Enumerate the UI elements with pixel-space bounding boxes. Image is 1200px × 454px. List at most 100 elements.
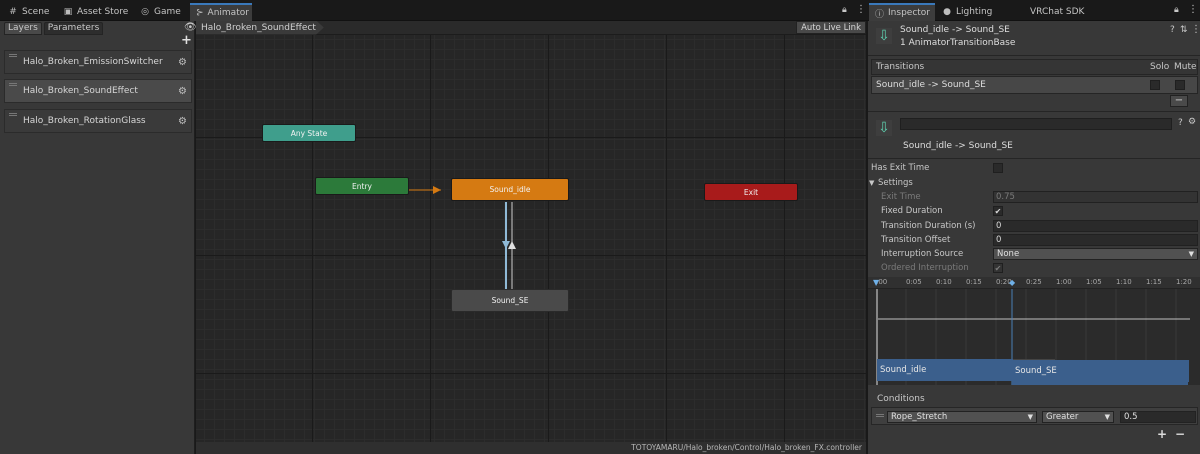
menu-dots-icon[interactable]: ⋮ [856,4,866,15]
solo-label: Solo [1150,62,1170,72]
mute-checkbox[interactable] [1175,80,1185,90]
info-icon: ⓘ [875,9,885,20]
mute-label: Mute [1174,62,1197,72]
tab-inspector[interactable]: ⓘ Inspector [869,3,935,21]
gear-icon[interactable]: ⚙ [1188,117,1196,127]
state-node[interactable]: Sound_SE [451,289,569,312]
transitions-label: Transitions [876,62,925,72]
entry-arrow-icon [433,186,441,194]
add-layer-button[interactable]: + [181,33,192,48]
animator-icon: ⊱ [196,8,204,18]
tick-label: 1:05 [1086,278,1102,286]
fixed-duration-checkbox[interactable]: ✔ [993,206,1003,216]
subtab-parameters[interactable]: Parameters [43,21,104,35]
tick-label: 1:20 [1176,278,1192,286]
transition-item-label: Sound_idle -> Sound_SE [876,80,986,90]
eye-icon[interactable]: 👁︎ [184,22,197,33]
source-state-label: Sound_idle [880,365,927,375]
animator-graph[interactable]: Halo_Broken_SoundEffect Auto Live Link A… [196,20,866,454]
divider [868,55,1200,56]
has-exit-time-label: Has Exit Time [871,163,930,173]
menu-dots-icon[interactable]: ⋮ [1191,24,1200,35]
gamepad-icon: ◎ [141,7,149,17]
exit-node[interactable]: Exit [704,183,798,201]
conditions-label: Conditions [877,394,925,404]
solo-checkbox[interactable] [1150,80,1160,90]
settings-label: Settings [878,178,913,188]
ordered-interruption-checkbox: ✔ [993,263,1003,273]
drag-handle-icon[interactable] [9,113,17,116]
tab-scene[interactable]: # Scene [2,3,55,21]
drag-handle-icon[interactable] [9,83,17,86]
tab-vrchat-sdk[interactable]: VRChat SDK [1024,3,1090,21]
destination-state-label: Sound_SE [1015,366,1057,376]
settings-foldout[interactable]: ▼ Settings [868,176,1200,190]
tick-label: 1:15 [1146,278,1162,286]
gear-icon[interactable]: ⚙ [178,116,187,127]
dropdown-arrow-icon: ▼ [1104,413,1110,421]
tick-label: 0:05 [906,278,922,286]
subtab-layers[interactable]: Layers [4,21,42,35]
transition-duration-field[interactable]: 0 [993,220,1198,232]
default-state-node[interactable]: Sound_idle [451,178,569,201]
lock-icon[interactable]: 🔒︎ [842,5,847,15]
layer-item[interactable]: Halo_Broken_SoundEffect ⚙ [4,79,192,103]
transition-duration-label: Transition Duration (s) [881,221,976,231]
drag-handle-icon[interactable] [876,414,884,417]
top-tab-bar: # Scene ▣ Asset Store ◎ Game ⊱ Animator 🔒︎ ⋮… [0,0,1200,21]
transition-offset-field[interactable]: 0 [993,234,1198,246]
help-icon[interactable]: ? [1170,25,1175,35]
gear-icon[interactable]: ⚙ [178,57,187,68]
transition-list-item[interactable]: Sound_idle -> Sound_SE [871,76,1198,94]
transition-offset-row: Transition Offset 0 [868,233,1200,247]
inspector-title: Sound_idle -> Sound_SE [900,25,1010,35]
layer-item[interactable]: Halo_Broken_EmissionSwitcher ⚙ [4,50,192,74]
interruption-source-row: Interruption Source None ▼ [868,247,1200,261]
transition-offset-label: Transition Offset [881,235,951,245]
interruption-source-value: None [997,249,1020,259]
conditions-header: Conditions [871,392,1198,406]
transition-name-field[interactable] [900,118,1172,130]
tick-label: 1:10 [1116,278,1132,286]
divider [868,158,1200,159]
layer-item[interactable]: Halo_Broken_RotationGlass ⚙ [4,109,192,133]
condition-value-field[interactable]: 0.5 [1120,411,1196,423]
drag-handle-icon[interactable] [9,54,17,57]
grid-icon: # [9,7,17,17]
tab-game[interactable]: ◎ Game [134,3,187,21]
add-condition-button[interactable]: + [1157,427,1167,441]
tick-label: 0:10 [936,278,952,286]
store-icon: ▣ [63,7,73,17]
interruption-source-dropdown[interactable]: None ▼ [993,248,1198,260]
tab-animator[interactable]: ⊱ Animator [190,3,252,21]
transition-icon: ⇩ [876,28,892,44]
fixed-duration-row: Fixed Duration ✔ [868,204,1200,218]
entry-node[interactable]: Entry [315,177,409,195]
menu-dots-icon[interactable]: ⋮ [1188,4,1198,15]
transition-end-marker-icon[interactable]: ◆ [1009,278,1015,287]
transition-title: Sound_idle -> Sound_SE [903,141,1013,151]
lock-icon[interactable]: 🔒︎ [1174,5,1179,15]
exit-time-row: Exit Time 0.75 [868,190,1200,204]
condition-mode-dropdown[interactable]: Greater ▼ [1042,411,1114,423]
any-state-node[interactable]: Any State [262,124,356,142]
ordered-interruption-row: Ordered Interruption ✔ [868,261,1200,275]
dropdown-arrow-icon: ▼ [1027,413,1033,421]
playhead-marker-icon[interactable]: ▼ [873,278,879,287]
presets-icon[interactable]: ⇅ [1180,25,1188,35]
remove-transition-button[interactable]: − [1170,95,1188,107]
help-icon[interactable]: ? [1178,118,1183,128]
condition-parameter-dropdown[interactable]: Rope_Stretch ▼ [887,411,1037,423]
remove-condition-button[interactable]: − [1175,427,1185,441]
inspector-panel: ⇩ Sound_idle -> Sound_SE 1 AnimatorTrans… [868,21,1200,454]
tab-asset-store[interactable]: ▣ Asset Store [57,3,134,21]
interruption-source-label: Interruption Source [881,249,964,259]
gear-icon[interactable]: ⚙ [178,86,187,97]
condition-row[interactable]: Rope_Stretch ▼ Greater ▼ 0.5 [871,407,1198,425]
has-exit-time-checkbox[interactable] [993,163,1003,173]
exit-time-label: Exit Time [881,192,921,202]
tab-lighting[interactable]: ● Lighting [936,3,998,21]
fixed-duration-label: Fixed Duration [881,206,943,216]
transitions-header: Transitions Solo Mute [871,59,1198,75]
tick-label: 0:15 [966,278,982,286]
